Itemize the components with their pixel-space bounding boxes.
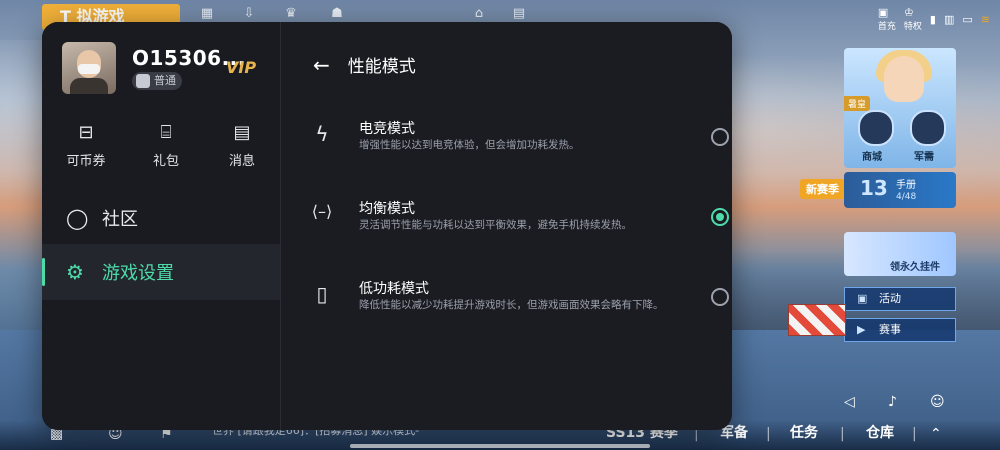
mode-title: 电竞模式 <box>359 121 415 137</box>
handbook-title: 手册 <box>896 180 916 191</box>
section-header: ← 性能模式 <box>313 52 416 78</box>
tasks-tab[interactable]: 任务 <box>790 422 818 442</box>
gear-icon: ⚙ <box>66 260 84 284</box>
avatar-body <box>70 78 108 94</box>
lightning-icon: ϟ <box>315 122 329 146</box>
avatar[interactable] <box>62 42 116 94</box>
mode-description: 灵活调节性能与功耗以达到平衡效果，避免手机持续发热。 <box>359 219 632 231</box>
first-charge-entry[interactable]: ▣ 首充 <box>878 6 896 32</box>
page-title: 性能模式 <box>347 57 416 77</box>
activity-button[interactable]: ▣ 活动 <box>844 287 956 311</box>
warehouse-tab[interactable]: 仓库 <box>866 422 894 442</box>
gift-icon: ▣ <box>857 292 868 305</box>
ticket-icon: ⊟ <box>78 122 94 143</box>
supply-label: 军需 <box>914 152 934 163</box>
mode-title: 均衡模式 <box>359 201 415 217</box>
permanent-label: 领永久挂件 <box>890 262 940 273</box>
new-season-tag: 新赛季 <box>800 179 845 199</box>
phone-icon: ▮ <box>929 12 936 26</box>
radio-esports[interactable] <box>711 128 729 146</box>
quick-gift[interactable]: ⌸ 礼包 <box>136 122 196 169</box>
video-icon: ▶ <box>857 323 866 336</box>
radio-balanced[interactable] <box>711 208 729 226</box>
home-indicator <box>350 444 650 448</box>
radio-low-power[interactable] <box>711 288 729 306</box>
selected-indicator <box>42 258 45 286</box>
crown-icon: ♔ <box>903 6 914 19</box>
handbook-progress: 4/48 <box>896 192 917 202</box>
mode-title: 低功耗模式 <box>359 281 429 297</box>
speaker-icon[interactable]: ◁ <box>844 394 855 410</box>
signal-icon: ▥ <box>943 12 955 26</box>
back-arrow-icon[interactable]: ← <box>313 53 330 77</box>
level-badge: 普通 <box>132 72 182 90</box>
privilege-entry[interactable]: ♔ 特权 <box>904 6 922 32</box>
sidebar-item-game-settings[interactable]: ⚙ 游戏设置 <box>42 244 280 300</box>
quick-message[interactable]: ▤ 消息 <box>212 122 272 169</box>
battery-icon: ▭ <box>962 12 973 26</box>
low-power-icon: ▯ <box>316 282 328 306</box>
panel-sidebar: O15306... VIP 普通 ⊟ 可币券 ⌸ 礼包 ▤ 消息 ◯ 社区 ⚙ … <box>42 22 281 430</box>
wifi-icon: ≋ <box>980 12 990 26</box>
gift-box-icon: ▣ <box>877 6 889 19</box>
character-card[interactable]: 暑皇 商城 军需 <box>844 48 956 168</box>
road-barrier <box>788 304 846 336</box>
mode-description: 增强性能以达到电竞体验，但会增加功耗发热。 <box>359 139 580 151</box>
shop-icon[interactable] <box>858 110 894 146</box>
system-status: ▣ 首充 ♔ 特权 ▮ ▥ ▭ ≋ <box>878 6 990 32</box>
settings-panel: O15306... VIP 普通 ⊟ 可币券 ⌸ 礼包 ▤ 消息 ◯ 社区 ⚙ … <box>42 22 732 430</box>
vip-badge[interactable]: VIP <box>226 58 256 77</box>
sidebar-item-community[interactable]: ◯ 社区 <box>42 190 280 246</box>
quick-coupon[interactable]: ⊟ 可币券 <box>56 122 116 169</box>
character-face <box>884 56 924 102</box>
avatar-mask <box>78 64 100 74</box>
season-number: 13 <box>860 176 888 200</box>
season-handbook[interactable]: 13 手册 4/48 <box>844 172 956 208</box>
gift-icon: ⌸ <box>160 122 172 143</box>
mic-off-icon[interactable]: ♪ <box>888 394 897 410</box>
performance-settings: ← 性能模式 ϟ 电竞模式 增强性能以达到电竞体验，但会增加功耗发热。 ⟨–⟩ … <box>281 22 732 430</box>
balance-icon: ⟨–⟩ <box>311 202 333 221</box>
event-button[interactable]: ▶ 赛事 <box>844 318 956 342</box>
shield-icon <box>136 74 150 88</box>
shop-label: 商城 <box>862 152 882 163</box>
separator: | <box>912 426 917 442</box>
community-icon: ◯ <box>66 206 89 230</box>
supply-icon[interactable] <box>910 110 946 146</box>
mode-description: 降低性能以减少功耗提升游戏时长，但游戏画面效果会略有下降。 <box>359 299 664 311</box>
emoji-icon[interactable]: ☺ <box>930 394 945 410</box>
separator: | <box>840 426 845 442</box>
separator: | <box>766 426 771 442</box>
expand-up-icon[interactable]: ⌃ <box>930 426 942 442</box>
character-tag: 暑皇 <box>844 96 871 111</box>
message-icon: ▤ <box>233 122 251 143</box>
permanent-pendant-card[interactable]: 领永久挂件 <box>844 232 956 276</box>
